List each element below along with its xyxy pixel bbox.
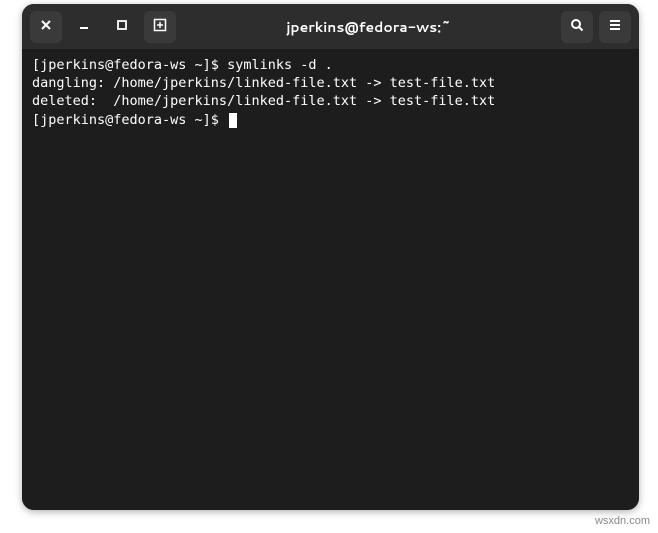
new-tab-button[interactable]: [144, 11, 176, 43]
titlebar: jperkins@fedora-ws:~: [22, 4, 639, 50]
maximize-button[interactable]: [106, 11, 138, 43]
output-text: deleted: /home/jperkins/linked-file.txt …: [32, 93, 495, 109]
terminal-line: dangling: /home/jperkins/linked-file.txt…: [32, 74, 629, 92]
hamburger-icon: [607, 17, 623, 36]
output-text: dangling: /home/jperkins/linked-file.txt…: [32, 75, 495, 91]
titlebar-left: [30, 11, 176, 43]
window-title: jperkins@fedora-ws:~: [182, 17, 555, 37]
watermark: wsxdn.com: [595, 515, 650, 527]
terminal-body[interactable]: [jperkins@fedora-ws ~]$ symlinks -d .dan…: [22, 50, 639, 510]
terminal-line: [jperkins@fedora-ws ~]$: [32, 111, 629, 129]
prompt: [jperkins@fedora-ws ~]$: [32, 57, 227, 73]
terminal-window: jperkins@fedora-ws:~ [jperkins@fedora-ws…: [22, 4, 639, 510]
minimize-button[interactable]: [68, 11, 100, 43]
new-tab-icon: [152, 17, 168, 36]
close-icon: [38, 17, 54, 36]
terminal-line: [jperkins@fedora-ws ~]$ symlinks -d .: [32, 56, 629, 74]
titlebar-right: [561, 11, 631, 43]
prompt: [jperkins@fedora-ws ~]$: [32, 112, 227, 128]
cursor: [229, 113, 237, 128]
menu-button[interactable]: [599, 11, 631, 43]
search-icon: [569, 17, 585, 36]
command: symlinks -d .: [227, 57, 333, 73]
maximize-icon: [114, 17, 130, 36]
terminal-line: deleted: /home/jperkins/linked-file.txt …: [32, 92, 629, 110]
search-button[interactable]: [561, 11, 593, 43]
minimize-icon: [76, 17, 92, 36]
close-button[interactable]: [30, 11, 62, 43]
